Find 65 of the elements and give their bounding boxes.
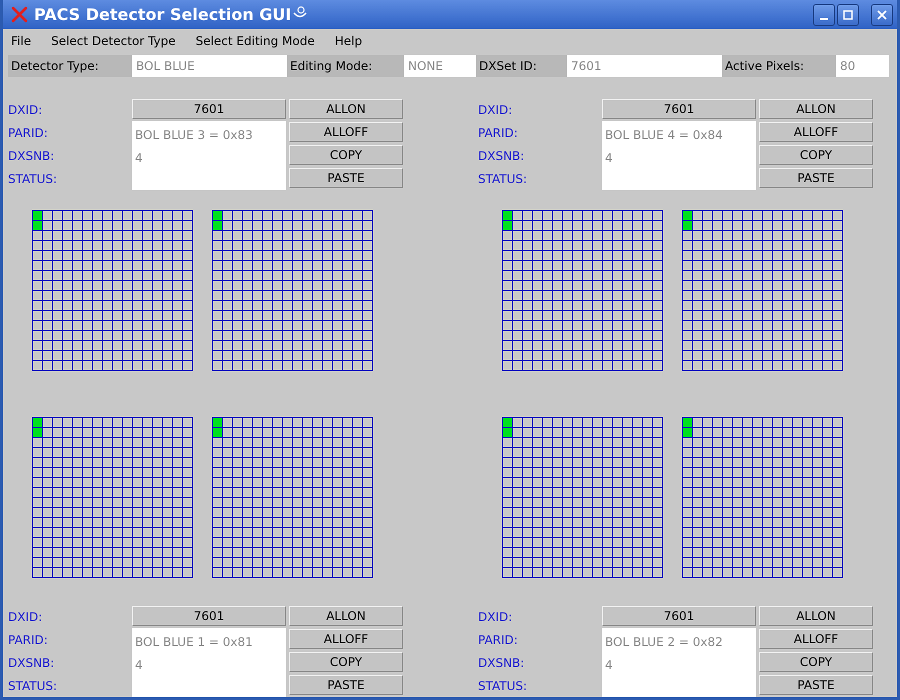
menu-item[interactable]: Help	[334, 34, 362, 48]
dxid-label: DXID:	[478, 102, 514, 118]
info-label: Detector Type:	[8, 55, 132, 77]
dxsnb-label: DXSNB:	[478, 654, 526, 672]
dxid-button[interactable]: 7601	[602, 99, 756, 119]
status-label: STATUS:	[478, 678, 528, 694]
action-button[interactable]: ALLOFF	[759, 629, 873, 649]
dxsnb-value: 4	[135, 150, 144, 166]
dxid-button[interactable]: 7601	[602, 606, 756, 626]
info-field: BOL BLUE	[132, 55, 287, 77]
close-icon	[876, 8, 888, 20]
action-button[interactable]: PASTE	[289, 168, 403, 188]
dxsnb-label: DXSNB:	[8, 654, 56, 672]
parid-label: PARID:	[8, 632, 49, 648]
dxsnb-value: 4	[605, 656, 614, 674]
action-button[interactable]: ALLOFF	[289, 122, 403, 142]
parid-label: PARID:	[478, 632, 519, 648]
parid-label: PARID:	[8, 124, 49, 142]
info-label: Editing Mode:	[287, 55, 404, 77]
action-button[interactable]: ALLOFF	[289, 629, 403, 649]
parid-value: BOL BLUE 2 = 0x82	[605, 634, 724, 650]
dxsnb-value: 4	[135, 656, 144, 674]
action-button[interactable]: ALLON	[759, 99, 873, 119]
dxid-button[interactable]: 7601	[132, 606, 286, 626]
minimize-icon	[820, 18, 828, 20]
action-button[interactable]: ALLON	[289, 99, 403, 119]
action-button[interactable]: COPY	[289, 652, 403, 672]
close-button[interactable]	[871, 4, 893, 26]
dxsnb-label: DXSNB:	[478, 148, 526, 164]
info-field: NONE	[404, 55, 476, 77]
info-field: 80	[836, 55, 889, 77]
dxid-label: DXID:	[8, 608, 44, 626]
maximize-button[interactable]	[837, 4, 859, 26]
menu-item[interactable]: Select Editing Mode	[196, 34, 315, 48]
action-button[interactable]: PASTE	[759, 675, 873, 695]
parid-value: BOL BLUE 1 = 0x81	[135, 634, 254, 650]
action-button[interactable]: PASTE	[289, 675, 403, 695]
info-label: DXSet ID:	[476, 55, 567, 77]
info-label: Active Pixels:	[722, 55, 836, 77]
menu-item[interactable]: File	[11, 34, 32, 48]
window-title: PACS Detector Selection GUI	[34, 5, 292, 24]
swirl-icon	[292, 4, 308, 20]
menu-item[interactable]: Select Detector Type	[51, 34, 176, 48]
parid-value: BOL BLUE 4 = 0x84	[605, 126, 724, 144]
action-button[interactable]: ALLOFF	[759, 122, 873, 142]
action-button[interactable]: COPY	[289, 145, 403, 165]
status-label: STATUS:	[8, 170, 58, 188]
action-button[interactable]: COPY	[759, 652, 873, 672]
minimize-button[interactable]	[813, 4, 835, 26]
dxid-label: DXID:	[8, 102, 44, 118]
parid-label: PARID:	[478, 124, 519, 142]
x-logo-icon	[11, 6, 28, 23]
maximize-icon	[842, 8, 854, 20]
action-button[interactable]: COPY	[759, 145, 873, 165]
info-field: 7601	[567, 55, 722, 77]
dxsnb-label: DXSNB:	[8, 148, 56, 164]
action-button[interactable]: ALLON	[759, 606, 873, 626]
dxid-label: DXID:	[478, 608, 514, 626]
parid-value: BOL BLUE 3 = 0x83	[135, 126, 254, 144]
status-label: STATUS:	[8, 678, 58, 694]
status-label: STATUS:	[478, 170, 528, 188]
dxid-button[interactable]: 7601	[132, 99, 286, 119]
dxsnb-value: 4	[605, 150, 614, 166]
action-button[interactable]: PASTE	[759, 168, 873, 188]
action-button[interactable]: ALLON	[289, 606, 403, 626]
